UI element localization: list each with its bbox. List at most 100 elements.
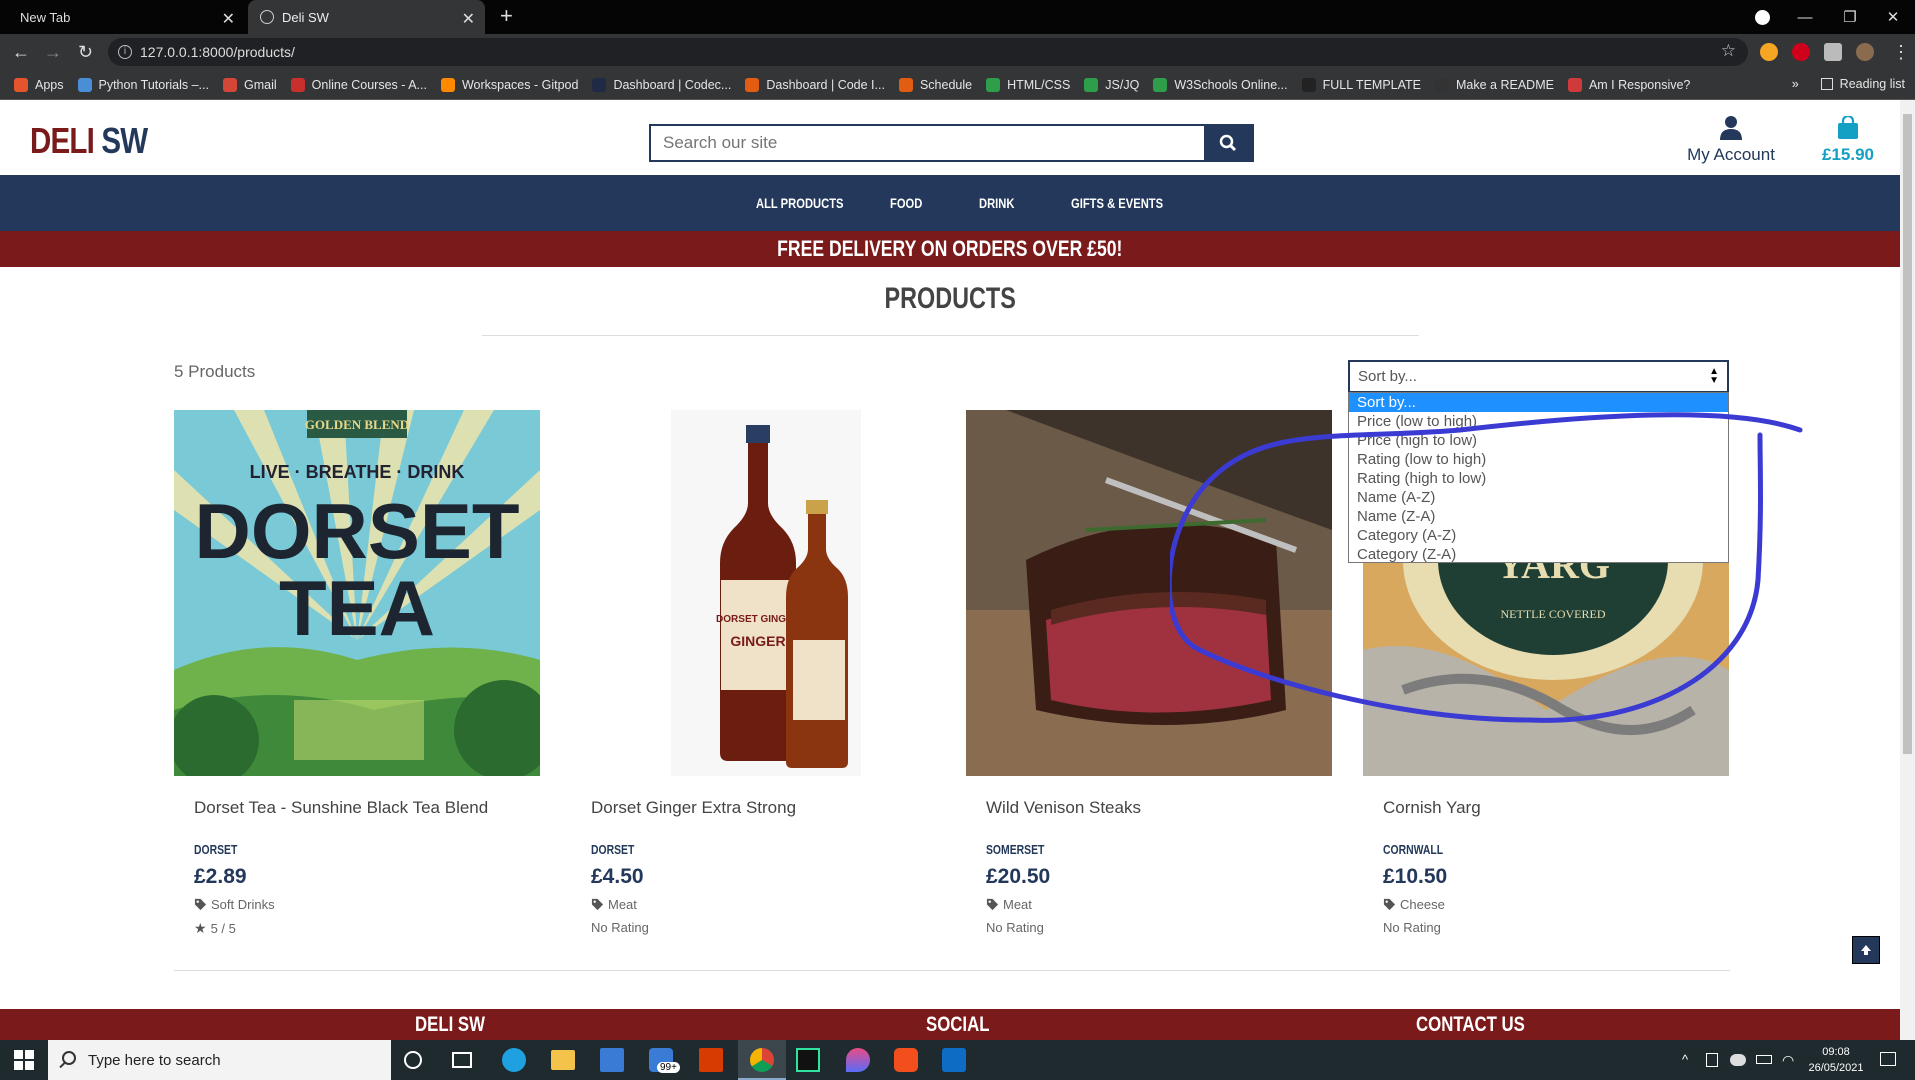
task-view-icon[interactable] <box>452 1052 472 1068</box>
office-icon[interactable] <box>699 1048 723 1072</box>
bookmark-item[interactable]: Workspaces - Gitpod <box>440 77 578 92</box>
menu-icon[interactable]: ⋮ <box>1892 42 1910 63</box>
profile-icon[interactable] <box>1742 0 1782 34</box>
my-account-link[interactable]: My Account <box>1676 116 1786 165</box>
bookmark-item[interactable]: Make a README <box>1435 77 1554 92</box>
nav-drink[interactable]: DRINK <box>979 195 1014 211</box>
product-title[interactable]: Dorset Ginger Extra Strong <box>591 798 796 818</box>
product-card[interactable]: GOLDEN BLEND LIVE · BREATHE · DRINK DORS… <box>174 410 540 936</box>
info-icon[interactable]: i <box>118 45 132 59</box>
close-icon[interactable]: ✕ <box>462 9 475 29</box>
search-button[interactable] <box>1204 126 1252 160</box>
product-category[interactable]: Soft Drinks <box>194 897 275 912</box>
product-card[interactable]: Wild Venison Steaks SOMERSET £20.50 Meat… <box>966 410 1332 935</box>
product-title[interactable]: Cornish Yarg <box>1383 798 1481 818</box>
nav-food[interactable]: FOOD <box>890 195 922 211</box>
product-category[interactable]: Cheese <box>1383 897 1445 912</box>
notifications-icon[interactable] <box>1880 1052 1896 1066</box>
product-price: £10.50 <box>1383 865 1448 888</box>
new-tab-icon[interactable]: + <box>500 3 513 29</box>
tab-deli-sw[interactable]: Deli SW ✕ <box>248 0 485 34</box>
url-field[interactable]: i 127.0.0.1:8000/products/ ☆ <box>108 38 1748 66</box>
bookmark-item[interactable]: Online Courses - A... <box>290 77 427 92</box>
rating-label: 5 / 5 <box>210 921 236 936</box>
bookmark-item[interactable]: Gmail <box>222 77 277 92</box>
product-image-venison[interactable] <box>966 410 1332 776</box>
product-image-dorset-ginger[interactable]: DORSET GINGER GINGER <box>571 410 937 776</box>
nav-gifts-events[interactable]: GIFTS & EVENTS <box>1071 195 1163 211</box>
minimize-icon[interactable]: — <box>1785 0 1825 34</box>
product-title[interactable]: Wild Venison Steaks <box>986 798 1141 818</box>
bookmark-item[interactable]: Python Tutorials –... <box>77 77 209 92</box>
sort-option[interactable]: Price (low to high) <box>1349 412 1728 431</box>
site-logo[interactable]: DELI SW <box>30 120 148 162</box>
sort-option[interactable]: Category (A-Z) <box>1349 526 1728 545</box>
extension-icon[interactable] <box>1760 43 1778 61</box>
product-image-dorset-tea[interactable]: GOLDEN BLEND LIVE · BREATHE · DRINK DORS… <box>174 410 540 776</box>
bookmark-item[interactable]: Dashboard | Code I... <box>745 77 885 92</box>
restore-icon[interactable]: ❐ <box>1830 0 1870 34</box>
bookmark-label: Schedule <box>919 77 973 92</box>
clock[interactable]: 09:08 26/05/2021 <box>1806 1044 1866 1080</box>
forward-icon[interactable]: → <box>44 42 62 63</box>
vscode-icon[interactable] <box>942 1048 966 1072</box>
search-input[interactable] <box>651 126 1204 160</box>
chrome-taskbar-item[interactable] <box>738 1040 786 1080</box>
wifi-icon[interactable]: ◠ <box>1782 1052 1794 1080</box>
main-navigation: ALL PRODUCTS FOOD DRINK GIFTS & EVENTS <box>0 175 1900 231</box>
chevron-right-icon[interactable]: » <box>1792 77 1799 91</box>
sort-option[interactable]: Name (A-Z) <box>1349 488 1728 507</box>
tab-new-tab[interactable]: New Tab ✕ <box>0 0 245 34</box>
bookmark-item[interactable]: Apps <box>14 77 64 92</box>
chevron-up-icon[interactable]: ^ <box>1682 1052 1688 1080</box>
close-window-icon[interactable]: ✕ <box>1873 0 1913 34</box>
back-icon[interactable]: ← <box>12 42 30 63</box>
avatar[interactable] <box>1856 43 1874 61</box>
product-card[interactable]: DORSET GINGER GINGER Dorset Ginger Extra… <box>571 410 937 935</box>
store-icon[interactable] <box>600 1048 624 1072</box>
figma-icon[interactable] <box>894 1048 918 1072</box>
bookmark-star-icon[interactable]: ☆ <box>1721 41 1736 61</box>
back-to-top-button[interactable] <box>1852 936 1880 964</box>
nav-all-products[interactable]: ALL PRODUCTS <box>756 195 844 211</box>
close-icon[interactable]: ✕ <box>222 9 235 29</box>
windows-start-icon[interactable] <box>14 1050 34 1070</box>
sort-option[interactable]: Price (high to low) <box>1349 431 1728 450</box>
bookmark-item[interactable]: Am I Responsive? <box>1567 77 1690 92</box>
taskbar-search[interactable]: Type here to search <box>48 1040 391 1080</box>
bookmark-item[interactable]: FULL TEMPLATE <box>1301 77 1421 92</box>
pycharm-icon[interactable] <box>796 1048 820 1072</box>
sort-option[interactable]: Name (Z-A) <box>1349 507 1728 526</box>
sort-option[interactable]: Sort by... <box>1349 393 1728 412</box>
bookmark-item[interactable]: JS/JQ <box>1084 77 1139 92</box>
shopping-bag-link[interactable]: £15.90 <box>1818 114 1878 165</box>
extension-icon[interactable] <box>1792 43 1810 61</box>
scrollbar-thumb[interactable] <box>1903 114 1912 754</box>
product-category[interactable]: Meat <box>591 897 637 912</box>
puzzle-icon[interactable] <box>1824 43 1842 61</box>
bookmark-item[interactable]: Schedule <box>898 77 973 92</box>
edge-icon[interactable] <box>502 1048 526 1072</box>
file-explorer-icon[interactable] <box>551 1050 575 1070</box>
product-title[interactable]: Dorset Tea - Sunshine Black Tea Blend <box>194 798 488 818</box>
cortana-icon[interactable] <box>404 1051 422 1069</box>
sort-select[interactable]: Sort by... ▲ ▼ <box>1348 360 1729 393</box>
product-region: DORSET <box>194 842 238 857</box>
bookmark-item[interactable]: W3Schools Online... <box>1153 77 1288 92</box>
bookmark-item[interactable]: HTML/CSS <box>986 77 1070 92</box>
footer-heading-social: SOCIAL <box>926 1013 990 1036</box>
taskbar-search-placeholder: Type here to search <box>88 1051 221 1069</box>
battery-icon[interactable] <box>1756 1055 1772 1064</box>
product-price: £20.50 <box>986 865 1051 888</box>
reading-list[interactable]: » Reading list <box>1792 77 1905 91</box>
reload-icon[interactable]: ↻ <box>78 42 93 63</box>
device-icon[interactable] <box>1706 1053 1718 1067</box>
sort-option[interactable]: Category (Z-A) <box>1349 545 1728 564</box>
cloud-icon[interactable] <box>1730 1054 1746 1066</box>
paint-icon[interactable] <box>846 1048 870 1072</box>
sort-option[interactable]: Rating (high to low) <box>1349 469 1728 488</box>
bookmark-item[interactable]: Dashboard | Codec... <box>592 77 731 92</box>
product-category[interactable]: Meat <box>986 897 1032 912</box>
sort-option[interactable]: Rating (low to high) <box>1349 450 1728 469</box>
page-scrollbar[interactable] <box>1900 100 1915 1040</box>
